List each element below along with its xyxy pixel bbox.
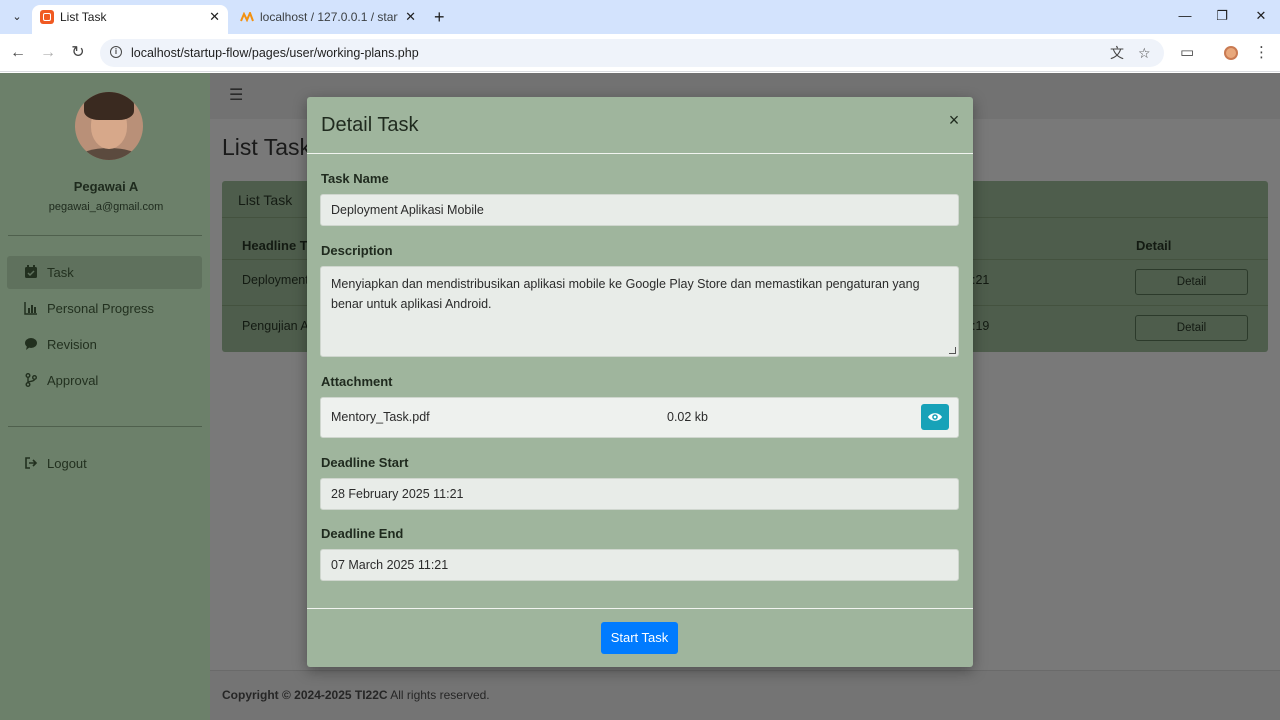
user-email: pegawai_a@gmail.com	[48, 201, 164, 213]
column-header-detail: Detail	[1136, 238, 1172, 253]
user-avatar	[75, 92, 143, 160]
copyright-text: Copyright © 2024-2025 TI22C	[222, 688, 388, 702]
detail-button[interactable]: Detail	[1135, 269, 1248, 295]
deadline-end-field[interactable]: 07 March 2025 11:21	[320, 549, 959, 581]
tab-title: List Task	[60, 10, 107, 24]
sidebar-item-label: Task	[47, 265, 74, 280]
deadline-start-value: 28 February 2025 11:21	[331, 487, 464, 501]
sidebar-item-logout[interactable]: Logout	[7, 447, 202, 480]
sidebar-item-label: Personal Progress	[47, 301, 154, 316]
deadline-start-label: Deadline Start	[321, 455, 409, 470]
forward-arrow-icon[interactable]: →	[38, 43, 58, 63]
bookmark-star-icon[interactable]: ☆	[1138, 45, 1151, 61]
task-name-value: Deployment Aplikasi Mobile	[331, 203, 484, 217]
resize-handle-icon[interactable]	[949, 347, 956, 354]
tab-list-task[interactable]: List Task ✕	[32, 5, 228, 34]
new-tab-icon[interactable]: +	[434, 6, 445, 28]
user-name: Pegawai A	[73, 179, 139, 194]
view-attachment-button[interactable]	[921, 404, 949, 430]
extensions-icon[interactable]: ▭	[1180, 44, 1194, 62]
back-arrow-icon[interactable]: ←	[8, 43, 28, 63]
eye-icon	[928, 413, 942, 421]
deadline-end-label: Deadline End	[321, 526, 404, 541]
row-deadline: :19	[972, 319, 990, 333]
restore-icon[interactable]: ❐	[1212, 6, 1232, 26]
page-title: List Task	[222, 134, 312, 160]
description-label: Description	[321, 243, 393, 258]
browser-toolbar: ← → ↻ i localhost/startup-flow/pages/use…	[0, 34, 1280, 72]
sidebar-item-task[interactable]: Task	[7, 256, 202, 289]
description-value: Menyiapkan dan mendistribusikan aplikasi…	[331, 277, 920, 311]
tab-close-icon[interactable]: ✕	[209, 5, 220, 29]
site-info-icon[interactable]: i	[110, 46, 122, 58]
footer-text: Copyright © 2024-2025 TI22C All rights r…	[222, 688, 490, 702]
sidebar-item-label: Revision	[47, 337, 97, 352]
chat-bubble-icon	[24, 337, 38, 351]
rights-text: All rights reserved.	[390, 688, 490, 702]
app-page: Pegawai A pegawai_a@gmail.com Task Perso…	[0, 73, 1280, 720]
column-header-headline: Headline Ta	[242, 238, 315, 253]
sidebar-divider	[8, 426, 202, 427]
row-headline: Pengujian A	[242, 319, 309, 333]
bar-chart-icon	[24, 301, 38, 315]
sidebar-item-personal-progress[interactable]: Personal Progress	[7, 292, 202, 325]
calendar-check-icon	[24, 265, 38, 279]
sidebar-divider	[8, 235, 202, 236]
deadline-start-field[interactable]: 28 February 2025 11:21	[320, 478, 959, 510]
attachment-file-size: 0.02 kb	[667, 410, 709, 424]
detail-button[interactable]: Detail	[1135, 315, 1248, 341]
app-favicon-icon	[40, 10, 54, 24]
card-title: List Task	[238, 192, 293, 208]
profile-avatar-icon[interactable]	[1224, 46, 1238, 60]
browser-tab-strip: ⌄ List Task ✕ localhost / 127.0.0.1 / st…	[0, 0, 1280, 34]
modal-title: Detail Task	[321, 114, 419, 136]
attachment-label: Attachment	[321, 374, 393, 389]
browser-menu-icon[interactable]: ⋮	[1254, 44, 1269, 62]
deadline-end-value: 07 March 2025 11:21	[331, 558, 449, 572]
logout-icon	[24, 456, 38, 470]
tab-close-icon[interactable]: ✕	[405, 5, 416, 29]
window-close-icon[interactable]: ✕	[1251, 6, 1271, 26]
phpmyadmin-favicon-icon	[240, 10, 254, 24]
modal-header-divider	[307, 153, 973, 154]
url-text[interactable]: localhost/startup-flow/pages/user/workin…	[131, 39, 419, 67]
modal-close-icon[interactable]: ×	[947, 110, 961, 130]
minimize-icon[interactable]: —	[1175, 6, 1195, 26]
tab-title: localhost / 127.0.0.1 / startup-fl	[260, 10, 398, 24]
detail-task-modal: Detail Task × Task Name Deployment Aplik…	[307, 97, 973, 667]
row-deadline: :21	[972, 273, 990, 287]
description-textarea[interactable]: Menyiapkan dan mendistribusikan aplikasi…	[320, 266, 959, 357]
row-headline: Deployment	[242, 273, 309, 287]
sidebar-item-label: Approval	[47, 373, 99, 388]
tab-phpmyadmin[interactable]: localhost / 127.0.0.1 / startup-fl ✕	[232, 5, 422, 34]
attachment-row: Mentory_Task.pdf 0.02 kb	[320, 397, 959, 438]
page-footer: Copyright © 2024-2025 TI22C All rights r…	[210, 670, 1280, 720]
tab-search-chevron-icon[interactable]: ⌄	[8, 8, 26, 26]
reload-icon[interactable]: ↻	[68, 43, 88, 63]
translate-icon[interactable]: 文	[1110, 45, 1124, 61]
address-bar[interactable]: i localhost/startup-flow/pages/user/work…	[100, 39, 1164, 67]
branch-icon	[24, 373, 38, 387]
sidebar: Pegawai A pegawai_a@gmail.com Task Perso…	[0, 73, 210, 720]
attachment-file-name: Mentory_Task.pdf	[331, 410, 430, 424]
task-name-label: Task Name	[321, 171, 389, 186]
sidebar-item-approval[interactable]: Approval	[7, 364, 202, 397]
sidebar-item-revision[interactable]: Revision	[7, 328, 202, 361]
start-task-button[interactable]: Start Task	[601, 622, 678, 654]
modal-footer-divider	[307, 608, 973, 609]
hamburger-menu-icon[interactable]: ☰	[229, 87, 243, 105]
task-name-field[interactable]: Deployment Aplikasi Mobile	[320, 194, 959, 226]
sidebar-item-label: Logout	[47, 456, 87, 471]
